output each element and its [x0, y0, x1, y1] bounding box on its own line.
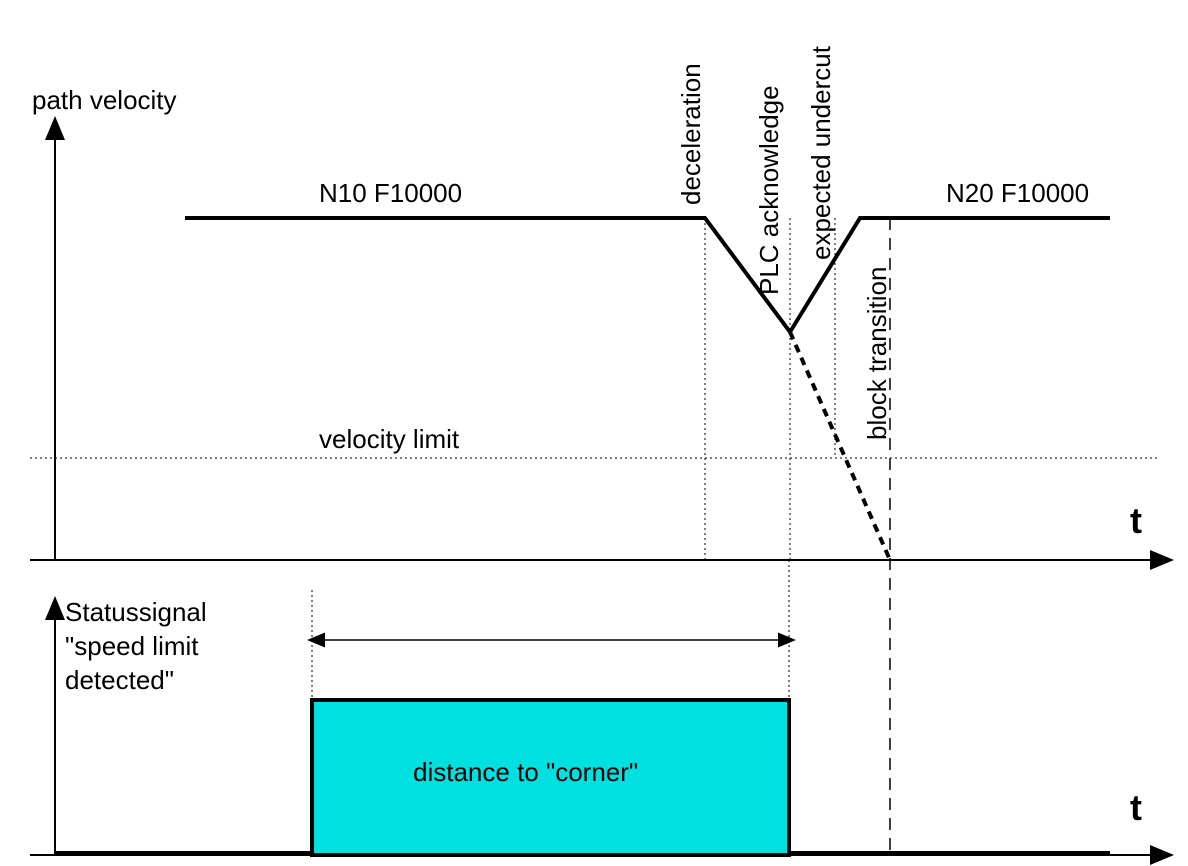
y-axis-label-top: path velocity	[32, 85, 177, 116]
x-axis-label-top: t	[1130, 500, 1142, 542]
deceleration-label: deceleration	[676, 30, 707, 205]
velocity-limit-label: velocity limit	[319, 424, 459, 455]
distance-to-corner-label: distance to "corner"	[413, 757, 638, 788]
block-label-1: N10 F10000	[319, 178, 462, 209]
block-label-2: N20 F10000	[946, 178, 1089, 209]
y-axis-label-bottom-3: detected"	[65, 665, 174, 696]
plc-acknowledge-label: PLC acknowledge	[754, 10, 785, 295]
diagram-container: path velocity t N10 F10000 N20 F10000 ve…	[0, 0, 1188, 866]
y-axis-label-bottom-1: Statussignal	[65, 597, 207, 628]
diagram-svg	[0, 0, 1188, 866]
y-axis-label-bottom-2: "speed limit	[65, 631, 199, 662]
expected-undercut-label: expected undercut	[806, 10, 837, 260]
x-axis-label-bottom: t	[1130, 787, 1142, 829]
block-transition-label: block transition	[862, 225, 893, 440]
